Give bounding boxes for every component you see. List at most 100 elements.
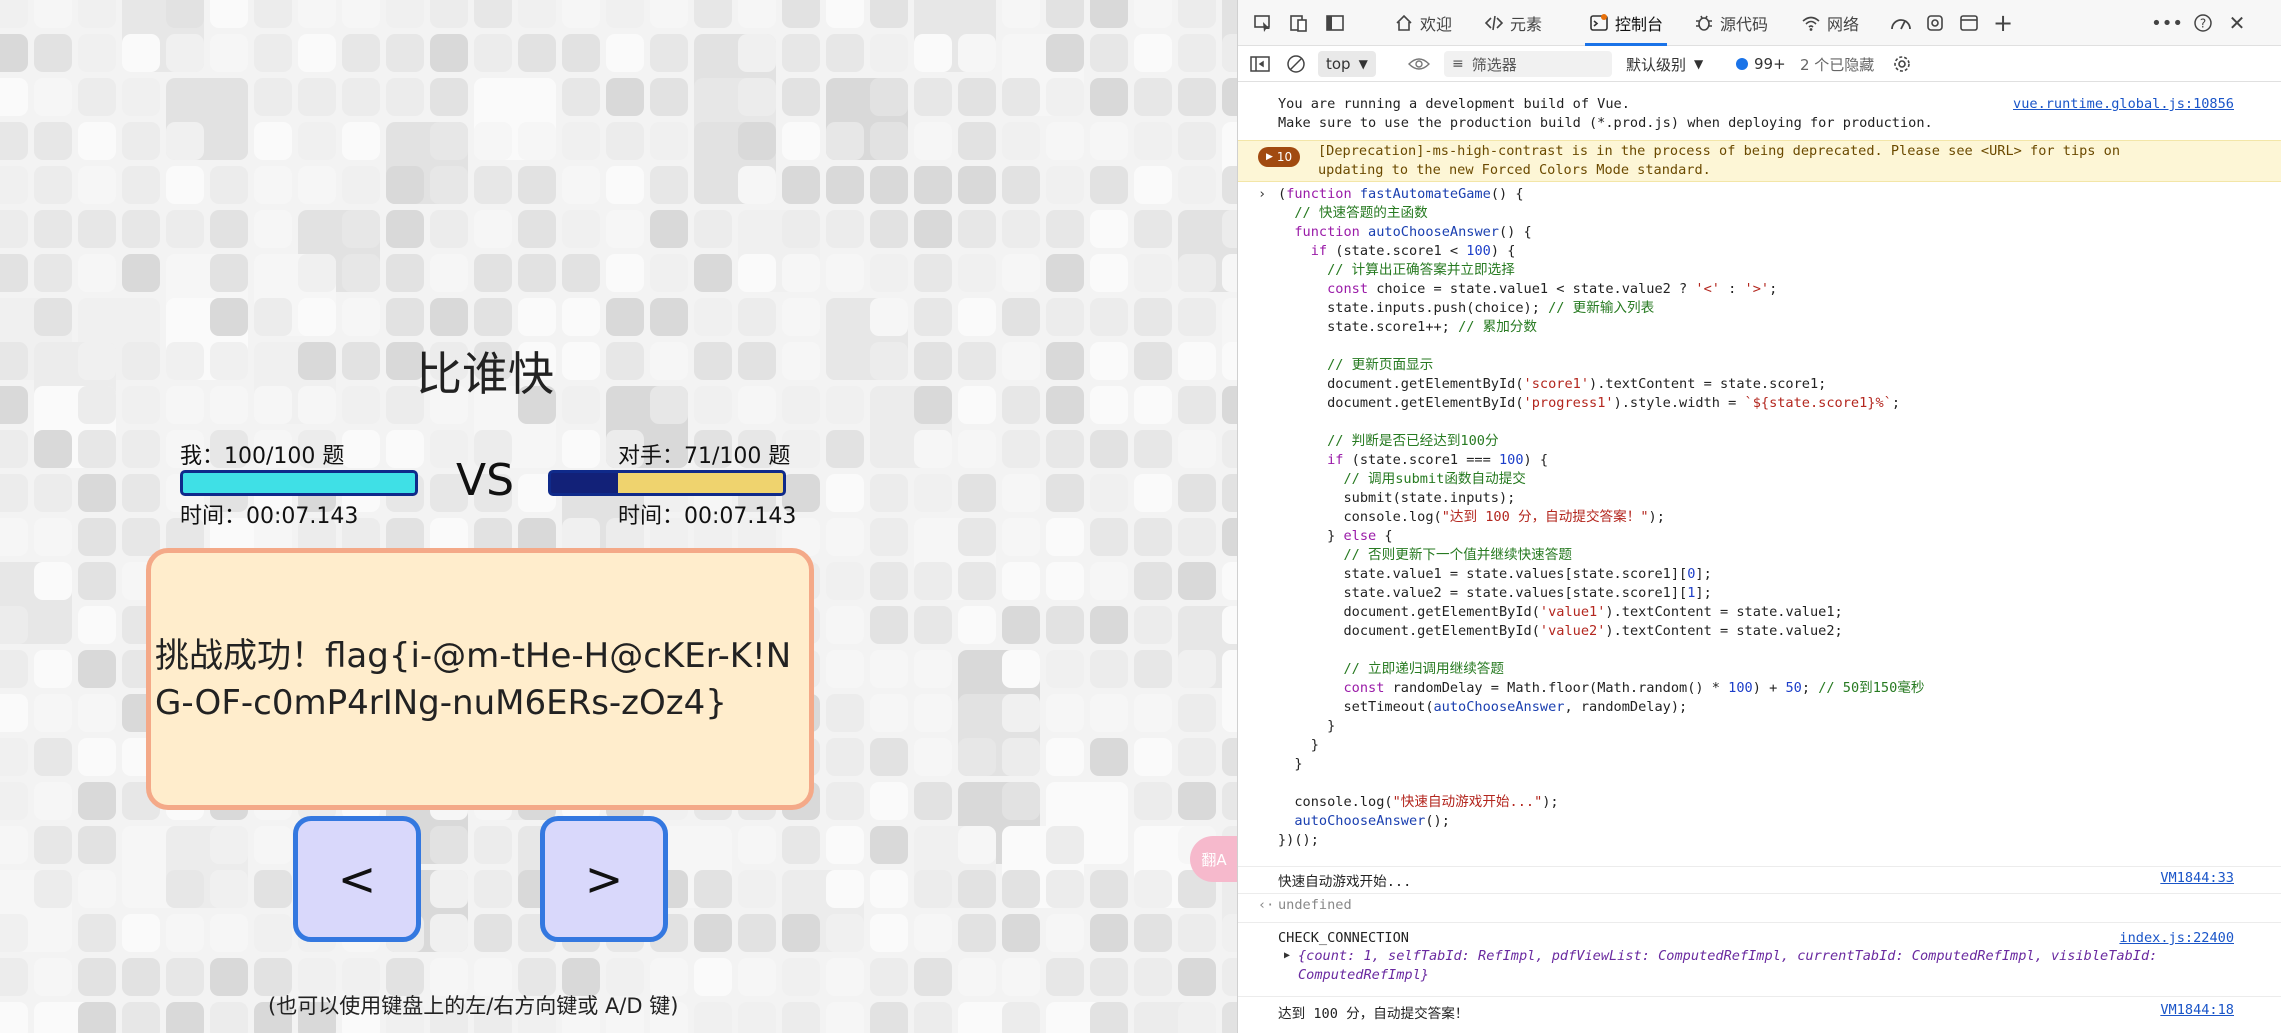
background-tile — [518, 210, 556, 248]
chevron-down-icon: ▼ — [1694, 57, 1704, 71]
background-tile — [34, 430, 72, 468]
code-line: state.score1++; // 累加分数 — [1278, 319, 1537, 335]
less-than-button[interactable]: < — [293, 816, 421, 942]
background-tile — [342, 298, 380, 336]
background-tile — [210, 386, 248, 424]
background-tile — [738, 254, 776, 292]
background-tile — [782, 826, 820, 864]
background-tile — [914, 122, 952, 160]
background-tile — [914, 562, 952, 600]
performance-icon[interactable] — [1888, 10, 1914, 36]
background-tile — [166, 342, 204, 380]
background-tile — [826, 782, 864, 820]
background-tile — [342, 254, 380, 292]
background-tile — [1134, 386, 1172, 424]
object-preview-line1[interactable]: {count: 1, selfTabId: RefImpl, pdfViewLi… — [1298, 948, 2157, 964]
background-tile — [1134, 78, 1172, 116]
background-tile — [34, 562, 72, 600]
background-tile — [342, 430, 380, 468]
background-tile — [1002, 254, 1040, 292]
warning-count-badge[interactable]: ▶ 10 — [1258, 147, 1301, 167]
background-tile — [870, 34, 908, 72]
vue-message-line1: You are running a development build of V… — [1278, 96, 1630, 112]
background-tile — [1222, 386, 1237, 424]
application-icon[interactable] — [1956, 10, 1982, 36]
vs-label: VS — [456, 455, 515, 506]
device-toolbar-icon[interactable] — [1286, 10, 1312, 36]
background-tile — [122, 386, 160, 424]
background-tile — [1002, 782, 1040, 820]
background-tile — [78, 1002, 116, 1033]
console-settings-icon[interactable] — [1892, 46, 1912, 82]
background-tile — [1046, 518, 1084, 556]
tab-console[interactable]: 控制台 — [1585, 0, 1668, 46]
background-tile — [694, 386, 732, 424]
opponent-time-label: 时间：00:07.143 — [618, 504, 797, 529]
background-tile — [0, 78, 28, 116]
background-tile — [386, 298, 424, 336]
log-start-link[interactable]: VM1844:33 — [2160, 870, 2234, 886]
sidebar-toggle-icon[interactable] — [1322, 10, 1348, 36]
translate-icon[interactable]: 翻A — [1190, 836, 1237, 882]
background-tile — [782, 342, 820, 380]
more-options-icon[interactable]: ••• — [2151, 10, 2183, 36]
background-tile — [210, 0, 248, 28]
tab-elements[interactable]: 元素 — [1484, 0, 1542, 46]
eye-icon[interactable] — [1408, 46, 1430, 82]
background-tile — [166, 166, 204, 204]
background-tile — [1090, 430, 1128, 468]
background-tile — [958, 738, 996, 776]
settings-cog-icon[interactable] — [1922, 10, 1948, 36]
help-icon[interactable]: ? — [2190, 10, 2216, 36]
tab-network[interactable]: 网络 — [1801, 0, 1859, 46]
check-connection-link[interactable]: index.js:22400 — [2119, 930, 2234, 946]
issues-counter[interactable]: 99+ — [1736, 46, 1786, 82]
background-tile — [562, 298, 600, 336]
tab-sources[interactable]: 源代码 — [1694, 0, 1768, 46]
background-tile — [254, 386, 292, 424]
background-tile — [1002, 298, 1040, 336]
background-tile — [1046, 738, 1084, 776]
background-tile — [826, 914, 864, 952]
background-tile — [1002, 386, 1040, 424]
filter-input[interactable]: ≡ 筛选器 — [1444, 51, 1612, 77]
background-tile — [826, 870, 864, 908]
tab-welcome[interactable]: 欢迎 — [1394, 0, 1452, 46]
clear-console-icon[interactable] — [1286, 46, 1306, 82]
console-check-connection: CHECK_CONNECTION index.js:22400 ▶ {count… — [1238, 924, 2281, 994]
background-tile — [606, 34, 644, 72]
background-tile — [342, 210, 380, 248]
background-tile — [342, 342, 380, 380]
background-tile — [1090, 386, 1128, 424]
background-tile — [826, 254, 864, 292]
background-tile — [1002, 738, 1040, 776]
background-tile — [254, 298, 292, 336]
add-tab-icon[interactable]: + — [1990, 9, 2016, 37]
code-line: function autoChooseAnswer() { — [1294, 224, 1532, 240]
console-sidebar-icon[interactable] — [1250, 46, 1270, 82]
log-done-link[interactable]: VM1844:18 — [2160, 1002, 2234, 1018]
background-tile — [474, 166, 512, 204]
background-tile — [826, 34, 864, 72]
background-tile — [782, 298, 820, 336]
background-tile — [210, 342, 248, 380]
background-tile — [1090, 254, 1128, 292]
context-select[interactable]: top ▼ — [1318, 51, 1376, 77]
background-tile — [738, 342, 776, 380]
background-tile — [1178, 166, 1216, 204]
background-tile — [1090, 606, 1128, 644]
background-tile — [386, 34, 424, 72]
log-level-select[interactable]: 默认级别 ▼ — [1626, 46, 1703, 82]
greater-than-button[interactable]: > — [540, 816, 668, 942]
background-tile — [782, 78, 820, 116]
background-tile — [474, 0, 512, 28]
vue-source-link[interactable]: vue.runtime.global.js:10856 — [2013, 96, 2234, 112]
background-tile — [166, 210, 204, 248]
background-tile — [474, 254, 512, 292]
close-icon[interactable]: ✕ — [2224, 10, 2250, 36]
background-tile — [826, 518, 864, 556]
background-tile — [1134, 122, 1172, 160]
inspect-icon[interactable] — [1250, 10, 1276, 36]
background-tile — [870, 562, 908, 600]
expand-object-icon[interactable]: ▶ — [1284, 950, 1290, 961]
